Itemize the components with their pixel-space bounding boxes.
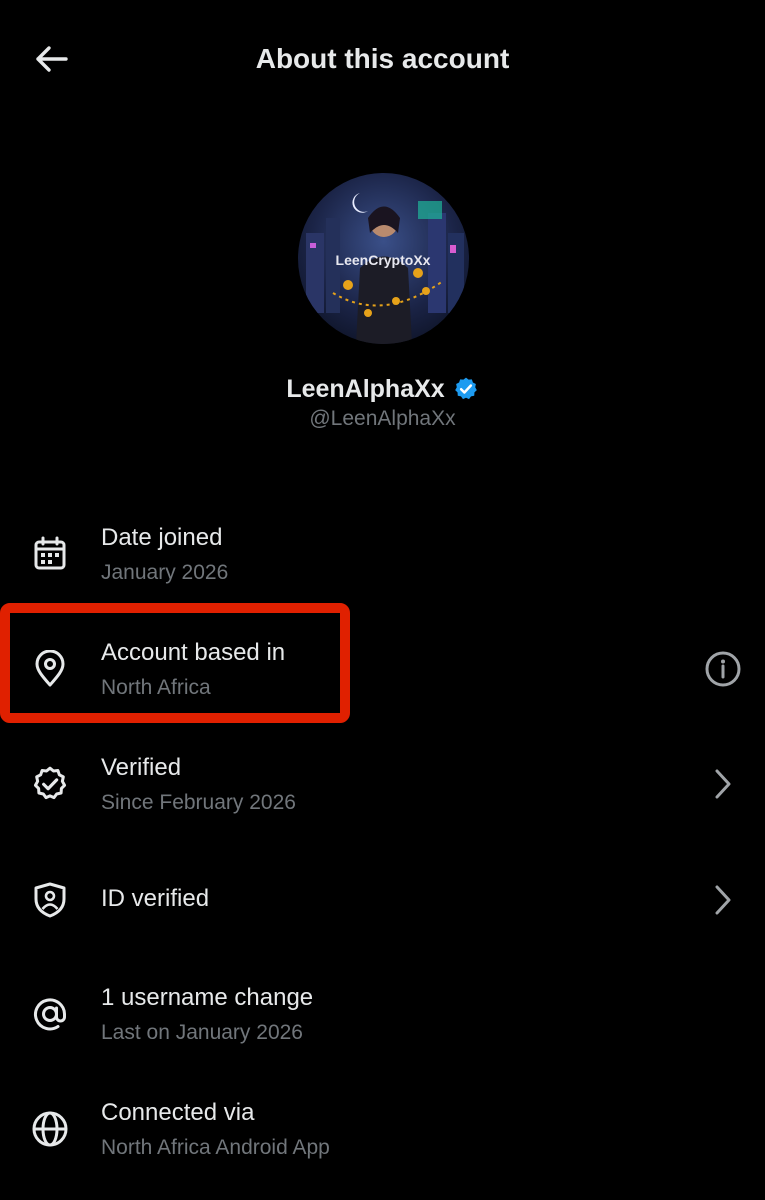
row-subtitle: January 2026 xyxy=(101,561,229,584)
verified-badge-icon xyxy=(454,377,477,400)
id-verified-row[interactable]: ID verified xyxy=(0,855,765,945)
avatar: LeenCryptoXx xyxy=(298,173,469,344)
verified-badge-icon xyxy=(28,762,72,806)
chevron-right-icon xyxy=(703,880,743,920)
info-icon xyxy=(705,651,741,687)
at-sign-icon xyxy=(28,992,72,1036)
location-pin-icon xyxy=(28,647,72,691)
row-subtitle: Since February 2026 xyxy=(101,791,296,814)
shield-person-icon xyxy=(28,878,72,922)
display-name: LeenAlphaXx xyxy=(286,375,445,403)
display-name-row: LeenAlphaXx xyxy=(0,372,765,406)
avatar-text: LeenCryptoXx xyxy=(336,252,431,268)
row-title: Connected via xyxy=(101,1099,255,1126)
info-button[interactable] xyxy=(703,649,743,689)
globe-icon xyxy=(28,1107,72,1151)
account-based-in-row: Account based in North Africa xyxy=(0,625,765,715)
row-subtitle: North Africa xyxy=(101,676,211,699)
row-subtitle: Last on January 2026 xyxy=(101,1021,303,1044)
row-title: ID verified xyxy=(101,885,210,912)
row-title: Account based in xyxy=(101,639,286,666)
row-title: 1 username change xyxy=(101,984,314,1011)
connected-via-row: Connected via North Africa Android App xyxy=(0,1085,765,1175)
calendar-icon xyxy=(28,532,72,576)
top-bar: About this account xyxy=(0,0,765,118)
row-title: Date joined xyxy=(101,524,223,551)
verified-row[interactable]: Verified Since February 2026 xyxy=(0,740,765,830)
username-handle: @LeenAlphaXx xyxy=(309,407,456,430)
page-title: About this account xyxy=(255,43,510,74)
chevron-right-icon xyxy=(703,764,743,804)
row-subtitle: North Africa Android App xyxy=(101,1136,330,1159)
row-title: Verified xyxy=(101,754,182,781)
date-joined-row: Date joined January 2026 xyxy=(0,510,765,600)
username-change-row: 1 username change Last on January 2026 xyxy=(0,970,765,1060)
